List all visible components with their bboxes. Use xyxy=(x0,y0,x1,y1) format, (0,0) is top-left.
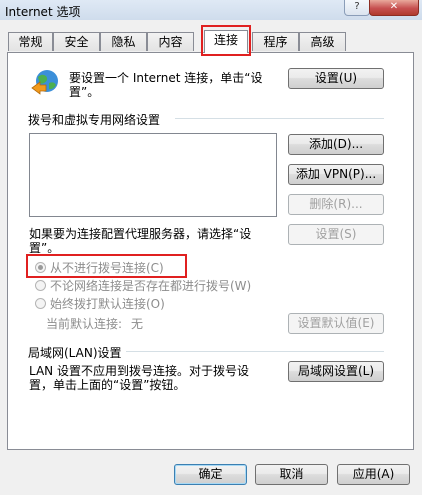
setup-text-line1: 要设置一个 Internet 连接，单击“设 xyxy=(69,71,263,85)
lan-group-title: 局域网(LAN)设置 xyxy=(28,344,126,361)
help-button[interactable]: ? xyxy=(344,0,370,16)
cancel-button[interactable]: 取消 xyxy=(255,464,328,485)
proxy-text-line2: 置”。 xyxy=(29,241,60,255)
tab-advanced[interactable]: 高级 xyxy=(299,32,346,51)
remove-button[interactable]: 删除(R)... xyxy=(288,194,384,215)
radio-dial-whenever[interactable] xyxy=(35,280,46,291)
lan-text-line1: LAN 设置不应用到拨号连接。对于拨号设 xyxy=(29,364,249,378)
radio-dial-whenever-label: 不论网络连接是否存在都进行拨号(W) xyxy=(50,279,252,293)
lan-text-line2: 置，单击上面的“设置”按钮。 xyxy=(29,378,186,392)
current-default-label: 当前默认连接: xyxy=(46,317,123,331)
connections-list[interactable] xyxy=(29,133,277,217)
tab-highlight-box xyxy=(201,25,251,56)
tab-security[interactable]: 安全 xyxy=(53,32,100,51)
set-default-button[interactable]: 设置默认值(E) xyxy=(288,313,384,334)
setup-text-line2: 置”。 xyxy=(69,85,100,99)
internet-globe-icon xyxy=(31,70,58,95)
proxy-text-line1: 如果要为连接配置代理服务器，请选择“设 xyxy=(29,227,252,241)
tab-content[interactable]: 内容 xyxy=(147,32,194,51)
title-bar: Internet 选项 ? ✕ xyxy=(0,0,422,20)
dialup-group-title: 拨号和虚拟专用网络设置 xyxy=(28,111,165,128)
tab-general[interactable]: 常规 xyxy=(8,32,53,51)
radio-highlight-box xyxy=(26,254,187,278)
proxy-settings-button[interactable]: 设置(S) xyxy=(288,224,384,245)
setup-button[interactable]: 设置(U) xyxy=(288,68,384,89)
ok-button[interactable]: 确定 xyxy=(174,464,247,485)
dialup-divider xyxy=(175,118,384,119)
add-vpn-button[interactable]: 添加 VPN(P)... xyxy=(288,164,384,185)
tab-privacy[interactable]: 隐私 xyxy=(100,32,147,51)
radio-always-dial-label: 始终拨打默认连接(O) xyxy=(50,297,165,311)
tab-programs[interactable]: 程序 xyxy=(252,32,299,51)
lan-divider xyxy=(118,351,384,352)
radio-always-dial[interactable] xyxy=(35,298,46,309)
window-title: Internet 选项 xyxy=(5,5,81,19)
add-button[interactable]: 添加(D)... xyxy=(288,134,384,155)
close-button[interactable]: ✕ xyxy=(369,0,419,16)
current-default-value: 无 xyxy=(131,317,144,331)
apply-button[interactable]: 应用(A) xyxy=(337,464,410,485)
lan-settings-button[interactable]: 局域网设置(L) xyxy=(288,361,384,382)
